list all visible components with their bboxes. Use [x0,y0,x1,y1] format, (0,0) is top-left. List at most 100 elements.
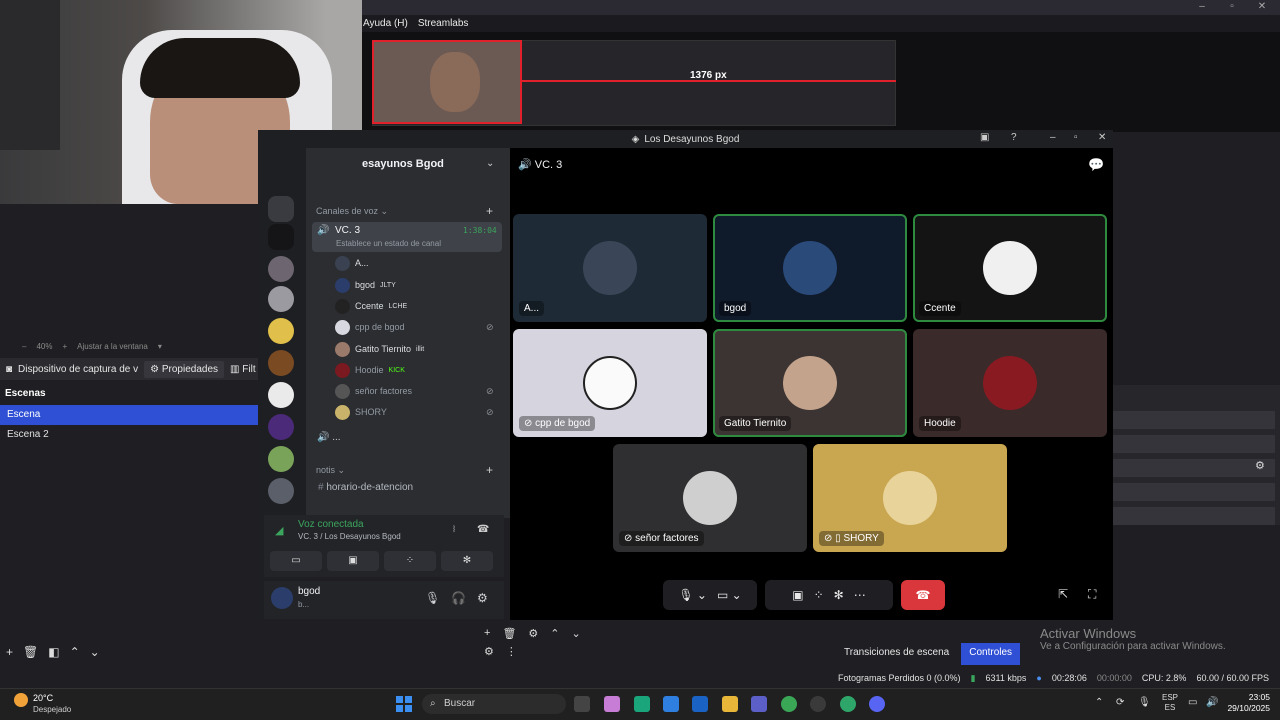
tab-transitions[interactable]: Transiciones de escena [838,643,955,665]
fullscreen-icon[interactable]: ⛶ [1088,587,1096,602]
store-icon[interactable] [663,696,679,712]
server-icon[interactable] [268,478,294,504]
minimize-icon[interactable]: – [1050,132,1056,143]
voice-connected-channel[interactable]: VC. 3 / Los Desayunos Bgod [298,532,401,541]
minimize-icon[interactable]: – [1192,0,1212,14]
camera-off-button[interactable]: ▭ [270,551,322,571]
server-icon[interactable] [268,382,294,408]
zoom-fit[interactable]: Ajustar a la ventana [77,342,148,351]
close-icon[interactable]: ✕ [1252,0,1272,14]
guild-name[interactable]: esayunos Bgod [362,158,444,170]
task-view-icon[interactable] [574,696,590,712]
chevron-down-icon[interactable]: ⌄ [486,158,494,169]
help-icon[interactable]: ? [1011,132,1017,143]
participant-tile[interactable]: ⊘ señor factores [613,444,807,552]
popout-icon[interactable]: ⇱ [1058,587,1068,601]
filter-icon[interactable]: ◧ [48,645,59,663]
filters-button[interactable]: ▥ Filt [230,364,256,375]
weather-temperature[interactable]: 20°C [33,693,53,703]
voice-channel-status[interactable]: Establece un estado de canal [336,239,441,248]
voice-channel-collapsed[interactable]: 🔊 ... [317,432,341,443]
server-icon[interactable] [268,224,294,250]
participant-tile[interactable]: Hoodie [913,329,1107,437]
participant-tile[interactable]: ⊘ ▯ SHORY [813,444,1007,552]
maximize-icon[interactable]: ▫ [1222,0,1242,14]
server-icon[interactable] [268,256,294,282]
windows-start-icon[interactable] [396,696,412,712]
trash-icon[interactable]: 🗑 [23,645,38,663]
category-voice[interactable]: Canales de voz ⌄ [316,206,388,217]
category-notis[interactable]: notis ⌄ [316,465,345,476]
edge-icon[interactable] [634,696,650,712]
add-channel-icon[interactable]: + [486,463,493,477]
gear-icon[interactable]: ⚙ [477,591,488,605]
inbox-icon[interactable]: ▣ [980,132,989,143]
voice-member[interactable]: señor factores [335,382,412,400]
chevron-up-icon[interactable]: ⌃ [1095,697,1103,708]
activities-button[interactable]: ⁘ [384,551,436,571]
zoom-plus[interactable]: + [62,342,67,351]
participant-tile[interactable]: bgod [713,214,907,322]
scene-item[interactable]: Escena [0,405,260,425]
outlook-icon[interactable] [692,696,708,712]
microphone-icon[interactable]: 🎙 [1138,697,1151,708]
participant-tile[interactable]: Ccente [913,214,1107,322]
participant-tile[interactable]: A... [513,214,707,322]
chrome-icon[interactable] [781,696,797,712]
server-icon[interactable] [268,318,294,344]
move-down-icon[interactable]: ⌄ [572,627,581,640]
gear-icon[interactable]: ⚙ [1255,459,1265,472]
teams-icon[interactable] [751,696,767,712]
discord-icon[interactable] [869,696,885,712]
voice-member[interactable]: cpp de bgod [335,318,405,336]
taskbar-search[interactable]: Buscar [422,694,566,714]
participant-tile[interactable]: ⊘ cpp de bgod [513,329,707,437]
audio-settings-icon[interactable]: ⚙ [484,645,494,658]
add-source-icon[interactable]: + [484,627,490,639]
menu-streamlabs[interactable]: Streamlabs [418,18,469,29]
copilot-icon[interactable] [604,696,620,712]
streamlabs-icon[interactable] [840,696,856,712]
trash-icon[interactable]: 🗑 [502,627,516,640]
server-icon[interactable] [268,446,294,472]
move-up-icon[interactable]: ⌃ [550,627,559,640]
voice-member[interactable]: Ccente LCHE [335,297,407,315]
scene-item[interactable]: Escena 2 [0,425,260,445]
screen-share-button[interactable]: ▣ [327,551,379,571]
volume-icon[interactable]: 🔊 [1206,697,1218,708]
noise-suppression-icon[interactable]: ⧘ [453,524,455,535]
server-icon[interactable] [268,414,294,440]
voice-member[interactable]: SHORY [335,403,387,421]
zoom-minus[interactable]: – [22,342,26,351]
participant-tile[interactable]: Gatito Tiernito [713,329,907,437]
headphones-icon[interactable]: 🎧 [451,591,466,605]
file-explorer-icon[interactable] [722,696,738,712]
signal-icon[interactable]: ◢ [275,524,283,537]
language-indicator[interactable]: ESP ES [1162,693,1178,713]
voice-member[interactable]: Gatito Tiernito illit [335,340,424,358]
chevron-down-icon[interactable]: ▾ [158,342,162,351]
gear-icon[interactable]: ⚙ [528,627,538,640]
more-icon[interactable]: ⋮ [506,645,517,658]
avatar[interactable] [271,587,293,609]
add-scene-icon[interactable]: + [6,645,13,663]
text-channel[interactable]: # horario-de-atencion [318,482,413,493]
server-icon[interactable] [268,286,294,312]
maximize-icon[interactable]: ▫ [1074,132,1078,143]
disconnect-icon[interactable]: ☎ [477,524,489,535]
network-icon[interactable]: ▭ [1188,697,1197,708]
add-channel-icon[interactable]: + [486,204,493,218]
soundboard-button[interactable]: ✻ [441,551,493,571]
sync-icon[interactable]: ⟳ [1116,697,1124,708]
microphone-icon[interactable]: 🎙 [425,591,440,605]
clock[interactable]: 23:05 29/10/2025 [1222,692,1270,714]
call-actions-control[interactable]: ▣ ⁘ ✻ ⋯ [765,580,893,610]
end-call-button[interactable]: ☎ [901,580,945,610]
tab-controls[interactable]: Controles [961,643,1021,665]
properties-button[interactable]: ⚙ Propiedades [144,360,225,378]
voice-member[interactable]: A... [335,254,369,272]
mic-control[interactable]: 🎙 ⌄ ▭ ⌄ [663,580,757,610]
voice-member[interactable]: bgod JLTY [335,276,396,294]
move-up-icon[interactable]: ⌃ [70,645,80,663]
chat-icon[interactable]: 💬 [1088,157,1104,173]
